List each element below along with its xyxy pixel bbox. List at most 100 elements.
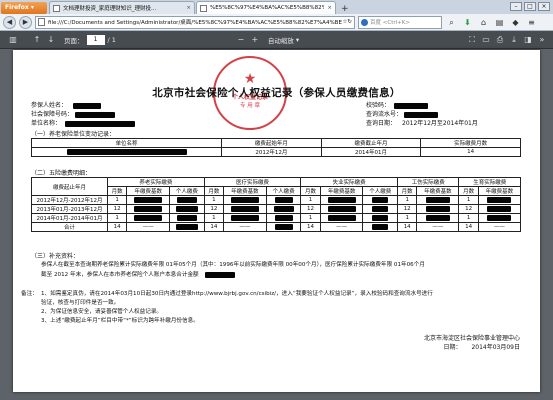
total-label-cell: 合计 (31, 222, 108, 232)
redacted-cell (416, 195, 460, 205)
redacted-employer (66, 148, 187, 155)
section-3-heading: （三）补充资料： (31, 253, 80, 260)
subheader: 月数 (300, 186, 321, 196)
tab-2[interactable]: %E5%8C%97%E4%BA%AC%E5%B8%82%E7%A4%BE... … (196, 1, 336, 14)
redacted-cell (265, 213, 302, 223)
new-tab-button[interactable]: + (337, 4, 353, 14)
period-cell: 2013年01月-2013年12月 (31, 204, 108, 214)
query-date-label: 查询日期： (366, 120, 397, 127)
close-icon[interactable]: × (327, 5, 332, 11)
subheader: 年缴费基数 (477, 186, 522, 196)
save-icon[interactable]: ⤓ (507, 35, 521, 45)
navigation-bar: ◀ ▶ file:///C:/Documents and Settings/Ad… (0, 14, 553, 31)
tab-1-label: 文档理财投资_家庭理财知识_理财投... (63, 6, 157, 12)
pdf-page: ★ 个人权益记录 专 用 章 北京市社会保险个人权益记录（参保人员缴费信息） 参… (13, 50, 540, 392)
table-row: 2014年01月-2014年01月 1 1 1 1 1 (31, 213, 522, 223)
redacted-value (230, 205, 259, 212)
back-arrow-icon[interactable]: ◀ (3, 15, 16, 29)
redacted-cell (169, 222, 205, 232)
sidebar-toggle-icon[interactable]: ▥ (6, 35, 20, 44)
redacted-cell (416, 213, 460, 223)
search-icon[interactable]: ⌕ (445, 16, 458, 29)
redacted-value (274, 223, 293, 230)
months-cell: 1 (106, 213, 128, 223)
zoom-label: 自动缩放 (267, 36, 294, 45)
injury-header: 工伤实际缴费 (397, 177, 460, 187)
close-icon[interactable]: × (186, 5, 191, 11)
pension-header: 养老实际缴费 (107, 177, 205, 187)
medical-header: 医疗实际缴费 (203, 177, 302, 187)
end-month-cell: 2014年01月 (320, 147, 422, 157)
redacted-cell (169, 213, 205, 223)
months-cell: 12 (397, 204, 418, 214)
firefox-menu-button[interactable]: Firefox ▾ (1, 2, 47, 14)
query-no-label: 查询流水号： (366, 111, 403, 118)
dash-cell: —— (126, 222, 171, 232)
redacted-value (134, 205, 163, 212)
tools-icon[interactable]: » (535, 35, 549, 44)
months-cell: 1 (397, 213, 418, 223)
ssn-label: 社会保障号码： (31, 111, 74, 118)
months-cell: 1 (300, 195, 321, 205)
issue-date-row: 日期： 2014年03月09日 (443, 342, 520, 351)
column-header: 单位名称 (31, 138, 222, 148)
forward-arrow-icon[interactable]: ▶ (19, 15, 32, 29)
redacted-value (175, 205, 198, 212)
subheader: 月数 (203, 186, 225, 196)
page-number-input[interactable]: 1 (86, 34, 105, 45)
presentation-icon[interactable]: ⛶ (465, 35, 479, 45)
check-code-row: 校验码： (366, 100, 429, 109)
redacted-value (274, 196, 293, 203)
redacted-cell (477, 213, 522, 223)
redacted-cell (319, 195, 364, 205)
download-icon[interactable]: ⬇ (461, 16, 474, 29)
employer-row: 单位名称： (31, 118, 136, 127)
zoom-in-icon[interactable]: + (248, 35, 262, 44)
previous-page-icon[interactable]: ↑ (30, 35, 44, 44)
redacted-cell (319, 213, 364, 223)
open-file-icon[interactable]: ▭ (479, 35, 493, 44)
bookmarks-icon[interactable]: ▤ (493, 16, 506, 29)
contribution-detail-table: 缴费起止年月 养老实际缴费 医疗实际缴费 失业实际缴费 工伤实际缴费 生育实际缴… (31, 177, 522, 232)
zoom-select[interactable]: 自动缩放 ▾ (268, 35, 299, 45)
baidu-search-icon (361, 18, 368, 26)
supplement-line-2: 截至 2012 年末，参保人在本市养老保险个人账户本息合计金额 (41, 271, 235, 279)
home-icon[interactable]: ⌂ (477, 16, 490, 29)
remark-1-continued: 验证，核查与打印件是否一致。 (41, 300, 120, 306)
issue-date-label: 日期： (443, 344, 462, 351)
tab-1[interactable]: 文档理财投资_家庭理财知识_理财投... × (49, 1, 195, 14)
redacted-cell (126, 195, 171, 205)
redacted-value (327, 196, 356, 203)
months-cell: 14 (397, 222, 418, 232)
chevron-down-icon: ▾ (295, 35, 300, 44)
supplement-text: 参保人在截至本查询期养老保险累计实际缴费年限 01年05个月（其中：1996年以… (41, 262, 425, 268)
minimize-icon[interactable]: – (510, 2, 522, 11)
months-cell: 1 (458, 195, 479, 205)
addon-icon[interactable]: ◆ (509, 16, 522, 29)
menu-icon[interactable]: ≡ (525, 16, 538, 29)
months-cell: 12 (458, 204, 479, 214)
tab-2-label: %E5%8C%97%E4%BA%AC%E5%B8%82%E7%A4%BE... (210, 5, 324, 11)
search-box[interactable]: 百度 <Ctrl+K> (358, 15, 442, 29)
redacted-value (134, 214, 163, 221)
maximize-icon[interactable]: □ (524, 2, 536, 11)
close-window-icon[interactable]: × (538, 2, 550, 11)
bookmark-icon[interactable]: ◨ (521, 35, 535, 44)
redacted-value (425, 196, 450, 203)
months-cell: 12 (106, 204, 128, 214)
next-page-icon[interactable]: ↓ (44, 35, 58, 44)
supplement-line-1: 参保人在截至本查询期养老保险累计实际缴费年限 01年05个月（其中：1996年以… (41, 261, 425, 269)
tab-bar: Firefox ▾ 文档理财投资_家庭理财知识_理财投... × %E5%8C%… (0, 0, 553, 14)
print-icon[interactable]: ⎙ (493, 35, 507, 45)
redacted-value (134, 196, 163, 203)
name-label: 参保人姓名： (31, 102, 68, 109)
months-cell: 14 (420, 147, 521, 157)
redacted-value (487, 214, 512, 221)
remark-1: 1、如需鉴定真伪，请在2014年03月10日起30日内通过登录http://ww… (41, 291, 433, 297)
address-bar[interactable]: file:///C:/Documents and Settings/Admini… (35, 15, 355, 29)
zoom-out-icon[interactable]: − (234, 35, 248, 44)
subheader: 年缴费基数 (416, 186, 460, 196)
supplement-text: 截至 2012 年末，参保人在本市养老保险个人账户本息合计金额 (41, 272, 199, 278)
reload-icon[interactable]: ↻ (347, 19, 352, 25)
period-header: 缴费起止年月 (31, 177, 108, 196)
